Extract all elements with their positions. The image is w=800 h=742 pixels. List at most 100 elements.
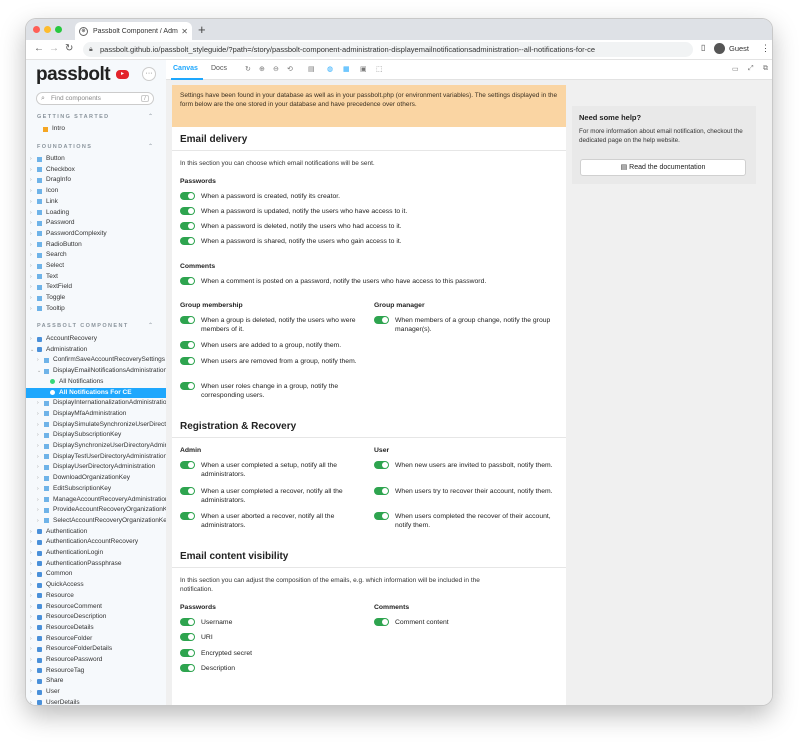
sidebar-item-all-notifications-for-ce[interactable]: All Notifications For CE [26,387,166,398]
sidebar-item-share[interactable]: › Share [30,676,63,686]
url-field[interactable]: 🔒︎ passbolt.github.io/passbolt_styleguid… [83,42,693,57]
sidebar-item-user[interactable]: › User [30,687,60,697]
sidebar-item-provideaccountrecoveryorganizationkey[interactable]: › ProvideAccountRecoveryOrganizationKey [37,505,166,515]
sidebar-item-search[interactable]: › Search [30,250,67,260]
toggle-switch[interactable] [180,633,195,641]
sidebar-item-all-notifications[interactable]: All Notifications [43,377,103,387]
sidebar-item-confirmsaveaccountrecoverysettings[interactable]: › ConfirmSaveAccountRecoverySettings [37,355,165,365]
sidebar-item-displaymfaadministration[interactable]: › DisplayMfaAdministration [37,409,126,419]
zoom-out-icon[interactable]: ⊖ [273,65,279,73]
toggle-switch[interactable] [180,461,195,469]
sidebar-item-authenticationpassphrase[interactable]: › AuthenticationPassphrase [30,559,122,569]
globe-toolbar-icon[interactable]: ◍ [327,65,333,73]
grid-icon[interactable]: ▦ [343,65,350,73]
toggle-switch[interactable] [180,237,195,245]
toggle-switch[interactable] [374,316,389,324]
close-tab-icon[interactable]: ✕ [181,27,188,36]
open-new-tab-icon[interactable]: ⧉ [763,65,768,73]
forward-icon[interactable]: → [49,43,59,54]
read-documentation-button[interactable]: ▤ Read the documentation [580,159,746,176]
sidebar-item-password[interactable]: › Password [30,218,75,228]
sidebar-item-common[interactable]: › Common [30,569,72,579]
sidebar-item-displaysimulatesynchronizeuserdirectory[interactable]: › DisplaySimulateSynchronizeUserDirectory [37,420,166,430]
browser-menu-icon[interactable]: ⋮ [761,43,770,54]
collapse-icon[interactable]: ⌃ [148,322,153,329]
sidebar-item-displaysynchronizeuserdirectoryadministration[interactable]: › DisplaySynchronizeUserDirectoryAdminist… [37,441,166,451]
sidebar-item-icon[interactable]: › Icon [30,186,58,196]
sidebar-item-toggle[interactable]: › Toggle [30,293,65,303]
toggle-switch[interactable] [180,316,195,324]
sidebar-item-select[interactable]: › Select [30,261,64,271]
sidebar-item-link[interactable]: › Link [30,197,58,207]
zoom-reset-icon[interactable]: ⟲ [287,65,293,73]
sidebar-item-passwordcomplexity[interactable]: › PasswordComplexity [30,229,107,239]
sidebar-menu-button[interactable]: ··· [142,67,156,81]
sidebar-item-displaytestuserdirectoryadministration[interactable]: › DisplayTestUserDirectoryAdministration [37,452,166,462]
sidebar-item-quickaccess[interactable]: › QuickAccess [30,580,84,590]
viewport-icon[interactable]: ▣ [360,65,367,73]
toggle-switch[interactable] [374,618,389,626]
sidebar-item-resourcetag[interactable]: › ResourceTag [30,666,84,676]
toggle-switch[interactable] [374,461,389,469]
toggle-switch[interactable] [180,222,195,230]
reload-icon[interactable]: ↻ [65,43,73,54]
maximize-window-button[interactable] [55,26,62,33]
sidebar-item-resourcedetails[interactable]: › ResourceDetails [30,623,94,633]
toggle-switch[interactable] [180,487,195,495]
sidebar-toggle-icon[interactable]: ▯ [701,43,705,52]
sidebar-item-checkbox[interactable]: › Checkbox [30,165,75,175]
sidebar-item-displaysubscriptionkey[interactable]: › DisplaySubscriptionKey [37,430,121,440]
new-tab-button[interactable]: + [198,22,206,37]
expand-icon[interactable]: ⤢ [748,65,754,73]
profile-label[interactable]: Guest [729,44,749,53]
sidebar-item-intro[interactable]: Intro [36,124,65,134]
sidebar-item-userdetails[interactable]: › UserDetails [30,698,80,705]
toggle-switch[interactable] [180,207,195,215]
toggle-switch[interactable] [180,382,195,390]
sidebar-item-resource[interactable]: › Resource [30,591,74,601]
toggle-switch[interactable] [180,649,195,657]
toggle-switch[interactable] [180,618,195,626]
reload-story-icon[interactable]: ↻ [245,65,251,73]
collapse-icon[interactable]: ⌃ [148,113,153,120]
collapse-icon[interactable]: ⌃ [148,143,153,150]
sidebar-item-displayemailnotificationsadministration[interactable]: ⌄ DisplayEmailNotificationsAdministration [37,366,166,376]
fullscreen-icon[interactable]: ▭ [732,65,739,73]
outline-icon[interactable]: ⬚ [376,65,383,73]
toggle-switch[interactable] [180,341,195,349]
back-icon[interactable]: ← [34,43,44,54]
toggle-switch[interactable] [374,512,389,520]
sidebar-item-editsubscriptionkey[interactable]: › EditSubscriptionKey [37,484,111,494]
search-input[interactable]: ⌕ Find components / [36,92,154,105]
sidebar-item-downloadorganizationkey[interactable]: › DownloadOrganizationKey [37,473,130,483]
sidebar-item-resourcepassword[interactable]: › ResourcePassword [30,655,102,665]
sidebar-item-loading[interactable]: › Loading [30,208,69,218]
toggle-switch[interactable] [180,357,195,365]
profile-avatar-icon[interactable] [714,43,725,54]
tab-canvas[interactable]: Canvas [173,65,198,72]
sidebar-item-resourcedescription[interactable]: › ResourceDescription [30,612,106,622]
sidebar-item-text[interactable]: › Text [30,272,58,282]
sidebar-item-manageaccountrecoveryadministration[interactable]: › ManageAccountRecoveryAdministration [37,495,166,505]
toggle-switch[interactable] [374,487,389,495]
sidebar-item-radiobutton[interactable]: › RadioButton [30,240,82,250]
background-icon[interactable]: ▤ [308,65,315,73]
tab-docs[interactable]: Docs [211,65,227,72]
sidebar-item-displayinternationalizationadministration[interactable]: › DisplayInternationalizationAdministrati… [37,398,166,408]
sidebar-item-authenticationlogin[interactable]: › AuthenticationLogin [30,548,103,558]
sidebar-item-tooltip[interactable]: › Tooltip [30,304,65,314]
sidebar-item-draginfo[interactable]: › DragInfo [30,175,71,185]
sidebar-item-resourcefolder[interactable]: › ResourceFolder [30,634,92,644]
sidebar-item-accountrecovery[interactable]: › AccountRecovery [30,334,97,344]
zoom-in-icon[interactable]: ⊕ [259,65,265,73]
sidebar-item-administration[interactable]: ⌄ Administration [30,345,87,355]
close-window-button[interactable] [33,26,40,33]
sidebar-item-authentication[interactable]: › Authentication [30,527,87,537]
sidebar-item-textfield[interactable]: › TextField [30,282,72,292]
toggle-switch[interactable] [180,277,195,285]
sidebar-item-button[interactable]: › Button [30,154,65,164]
browser-tab[interactable]: ⊕ Passbolt Component / Administ... ✕ [75,22,192,40]
toggle-switch[interactable] [180,192,195,200]
sidebar-item-displayuserdirectoryadministration[interactable]: › DisplayUserDirectoryAdministration [37,462,155,472]
sidebar-item-authenticationaccountrecovery[interactable]: › AuthenticationAccountRecovery [30,537,138,547]
